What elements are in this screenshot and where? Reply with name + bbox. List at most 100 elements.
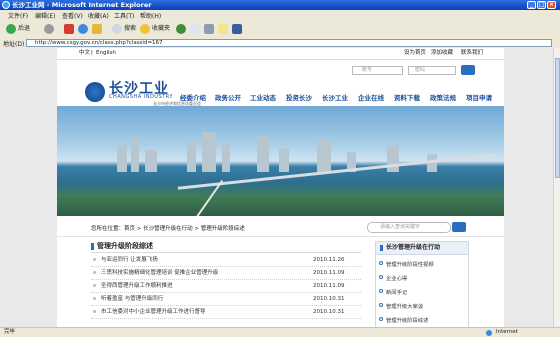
window-title: 长沙工业网 - Microsoft Internet Explorer [12, 1, 152, 9]
scrollbar-thumb[interactable] [555, 58, 560, 178]
nav-zhengwu-open[interactable]: 政务公开 [215, 92, 241, 102]
menu-file[interactable]: 文件(F) [8, 11, 28, 20]
table-row[interactable]: 圣得西管理升级工作顺利推进 2010.11.09 [91, 280, 361, 293]
account-input[interactable]: 账号 [352, 66, 403, 75]
toolbar: 后退 搜索 收藏夹 [0, 20, 560, 39]
bullet-icon [379, 275, 383, 279]
bullet-icon [93, 258, 96, 261]
main-nav: 经委介绍 政务公开 工业动态 投资长沙 长沙工业 企业在线 资料下载 政策法规 … [180, 92, 504, 106]
stop-icon [64, 23, 74, 34]
set-homepage-link[interactable]: 设为首页 [404, 48, 426, 59]
menu-view[interactable]: 查看(V) [62, 11, 83, 20]
messenger-icon [232, 23, 242, 34]
contact-us-link[interactable]: 联系我们 [461, 48, 483, 59]
home-button[interactable] [92, 23, 104, 35]
messenger-button[interactable] [232, 23, 244, 35]
article-list-section: 管理升级阶段综述 与亚运同行 让发展飞扬 2010.11.26 三思科技实施精细… [91, 241, 361, 327]
bullet-icon [379, 317, 383, 321]
history-icon [176, 23, 186, 34]
menu-favorites[interactable]: 收藏(A) [88, 11, 109, 20]
browser-viewport: 中文 | English 设为首页 添加收藏 联系我们 长沙工业 CHANGSH… [0, 48, 553, 327]
nav-project-apply[interactable]: 项目申请 [466, 92, 492, 102]
bullet-icon [93, 271, 96, 274]
breadcrumb[interactable]: 您所在位置：首页 > 长沙管理升级在行动 > 管理升级阶段综述 [91, 224, 245, 232]
close-button[interactable]: × [547, 1, 556, 9]
article-title[interactable]: 听着盈富 与管理升级同行 [101, 293, 163, 305]
back-button[interactable]: 后退 [6, 23, 30, 35]
menu-edit[interactable]: 编辑(E) [35, 11, 55, 20]
sidebar-item-summary[interactable]: 管理升级阶段综述 [379, 316, 428, 324]
window-titlebar: 长沙工业网 - Microsoft Internet Explorer _ □ … [0, 0, 560, 10]
nav-changsha-industry[interactable]: 长沙工业 [322, 92, 348, 102]
keyword-search-input[interactable]: 请输入查询关键字 [367, 222, 451, 233]
lang-separator: | [91, 50, 93, 56]
add-favorite-link[interactable]: 添加收藏 [431, 48, 453, 59]
lang-en-link[interactable]: English [96, 48, 116, 59]
article-title[interactable]: 与亚运同行 让发展飞扬 [101, 254, 158, 266]
bullet-icon [93, 297, 96, 300]
table-row[interactable]: 市工信委对中小企业管理升级工作进行督导 2010.10.31 [91, 306, 361, 319]
address-input[interactable]: http://www.csgy.gov.cn/class.php?classid… [26, 39, 552, 47]
breadcrumb-bar: 您所在位置：首页 > 长沙管理升级在行动 > 管理升级阶段综述 请输入查询关键字 [57, 220, 504, 237]
minimize-button[interactable]: _ [527, 1, 536, 9]
print-button[interactable] [204, 23, 216, 35]
bullet-icon [93, 284, 96, 287]
sidebar-marker-icon [380, 244, 383, 251]
article-date: 2010.10.31 [313, 296, 345, 302]
sidebar-item-news-notes[interactable]: 新闻手记 [379, 288, 407, 296]
back-arrow-icon [6, 23, 16, 34]
stop-button[interactable] [64, 23, 76, 35]
bullet-icon [379, 289, 383, 293]
menu-help[interactable]: 帮助(H) [140, 11, 161, 20]
vertical-scrollbar[interactable] [553, 48, 560, 327]
table-row[interactable]: 三思科技实施精细化管理培训 促推企业管理升级 2010.11.09 [91, 267, 361, 280]
search-button[interactable]: 搜索 [112, 23, 136, 35]
gear-logo-icon[interactable] [85, 82, 105, 102]
edit-button[interactable] [218, 23, 230, 35]
refresh-icon [78, 23, 88, 34]
favorites-star-icon [140, 23, 150, 34]
web-page: 中文 | English 设为首页 添加收藏 联系我们 长沙工业 CHANGSH… [57, 48, 504, 327]
sidebar-item-discussion[interactable]: 管理升级大家谈 [379, 302, 423, 310]
menu-tools[interactable]: 工具(T) [114, 11, 134, 20]
nav-policies[interactable]: 政策法规 [430, 92, 456, 102]
sidebar-item-video[interactable]: 管理升级阶段性视频 [379, 260, 434, 268]
print-icon [204, 23, 214, 34]
refresh-button[interactable] [78, 23, 90, 35]
search-icon [112, 23, 122, 34]
ie-logo-icon [2, 1, 10, 9]
article-title[interactable]: 圣得西管理升级工作顺利推进 [101, 280, 173, 292]
city-banner-image [57, 106, 504, 216]
nav-invest[interactable]: 投资长沙 [286, 92, 312, 102]
top-utility-bar: 中文 | English 设为首页 添加收藏 联系我们 [57, 48, 504, 60]
forward-button[interactable] [44, 23, 56, 35]
internet-zone-icon [486, 330, 492, 336]
nav-industry-news[interactable]: 工业动态 [250, 92, 276, 102]
nav-downloads[interactable]: 资料下载 [394, 92, 420, 102]
lang-zh-link[interactable]: 中文 [79, 48, 90, 59]
table-row[interactable]: 听着盈富 与管理升级同行 2010.10.31 [91, 293, 361, 306]
nav-enterprise-online[interactable]: 企业在线 [358, 92, 384, 102]
article-date: 2010.11.09 [313, 270, 345, 276]
bullet-icon [93, 310, 96, 313]
sidebar-title: 长沙管理升级在行动 [376, 242, 468, 255]
mail-icon [190, 23, 200, 34]
favorites-button[interactable]: 收藏夹 [140, 23, 170, 35]
sidebar-item-experience[interactable]: 企业心得 [379, 274, 407, 282]
article-title[interactable]: 市工信委对中小企业管理升级工作进行督导 [101, 306, 206, 318]
forward-arrow-icon [44, 23, 54, 34]
section-marker-icon [91, 242, 94, 250]
keyword-search-button[interactable] [452, 222, 466, 232]
mail-button[interactable] [190, 23, 202, 35]
home-icon [92, 23, 102, 34]
site-logo-subtitle: CHANGSHA INDUSTRY [109, 94, 173, 100]
maximize-button[interactable]: □ [537, 1, 546, 9]
history-button[interactable] [176, 23, 188, 35]
password-input[interactable]: 密码 [408, 66, 456, 75]
login-button[interactable] [461, 65, 475, 75]
article-date: 2010.10.31 [313, 309, 345, 315]
article-title[interactable]: 三思科技实施精细化管理培训 促推企业管理升级 [101, 267, 218, 279]
sidebar: 长沙管理升级在行动 管理升级阶段性视频 企业心得 新闻手记 管理升级大家谈 管理… [375, 241, 469, 327]
table-row[interactable]: 与亚运同行 让发展飞扬 2010.11.26 [91, 254, 361, 267]
nav-jingwei-intro[interactable]: 经委介绍 [180, 92, 206, 102]
